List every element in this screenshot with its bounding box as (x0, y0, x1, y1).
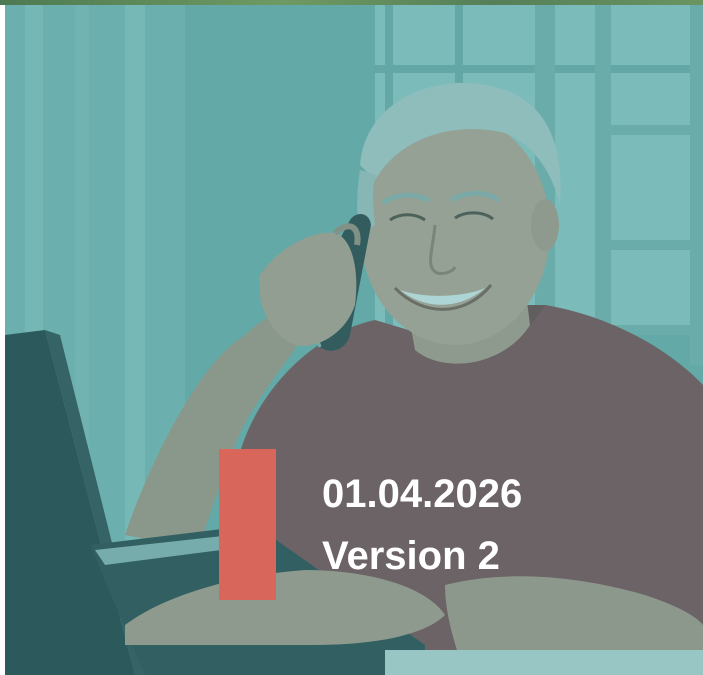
cover-date: 01.04.2026 (322, 472, 523, 516)
cover-frame: 01.04.2026 Version 2 (0, 0, 703, 675)
accent-bar (219, 449, 276, 600)
cover-version: Version 2 (322, 534, 500, 578)
